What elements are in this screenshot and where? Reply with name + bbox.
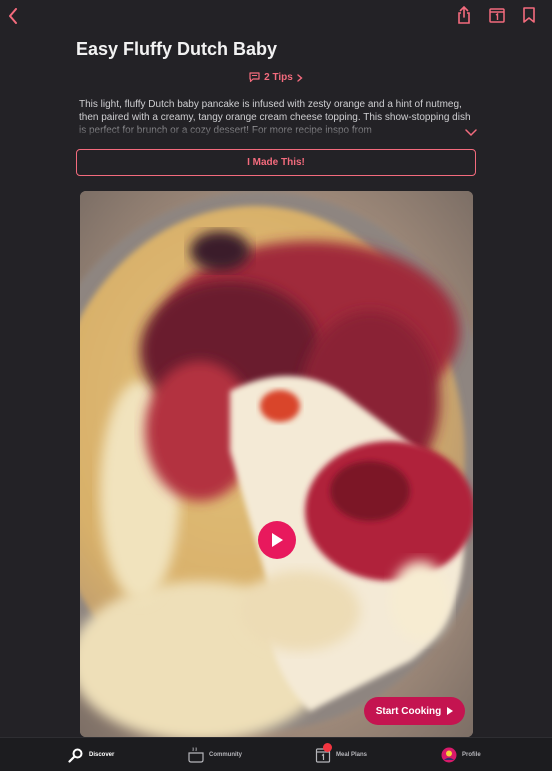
recipe-description: This light, fluffy Dutch baby pancake is…: [79, 99, 471, 136]
avatar-icon: [441, 747, 457, 762]
recipe-video[interactable]: [80, 191, 473, 737]
tab-label: Meal Plans: [336, 751, 368, 758]
share-icon: [458, 6, 470, 24]
tab-discover[interactable]: Discover: [68, 738, 114, 771]
chevron-right-icon: [297, 73, 303, 82]
i-made-this-button[interactable]: I Made This!: [76, 149, 476, 176]
recipe-title: Easy Fluffy Dutch Baby: [76, 39, 278, 59]
search-icon: [68, 748, 83, 763]
community-pot-icon: [188, 746, 204, 763]
tab-meal-plans[interactable]: Meal Plans: [315, 738, 367, 771]
comment-icon: [249, 72, 260, 83]
tab-profile[interactable]: Profile: [441, 738, 481, 771]
start-cooking-button[interactable]: Start Cooking: [364, 697, 465, 725]
notification-badge: [323, 742, 332, 752]
chevron-left-icon: [9, 8, 17, 24]
bookmark-icon: [523, 7, 535, 23]
play-icon: [272, 533, 283, 547]
meal-plans-icon-wrap: [315, 742, 332, 763]
tips-link[interactable]: 2 Tips: [0, 72, 552, 83]
chevron-down-icon: [465, 129, 477, 137]
bookmark-button[interactable]: [520, 5, 538, 25]
back-button[interactable]: [4, 6, 22, 26]
tab-label: Profile: [462, 751, 481, 758]
video-thumbnail-image: [80, 191, 473, 737]
play-icon: [447, 707, 454, 715]
start-cooking-label: Start Cooking: [375, 705, 442, 717]
tab-community[interactable]: Community: [188, 738, 242, 771]
share-button[interactable]: [455, 5, 473, 25]
add-to-meal-plan-button[interactable]: [487, 5, 507, 25]
tab-label: Community: [209, 751, 242, 758]
top-bar: [0, 0, 552, 36]
play-video-button[interactable]: [258, 521, 296, 559]
tips-label: 2 Tips: [264, 72, 293, 83]
calendar-icon: [489, 8, 505, 23]
tab-label: Discover: [89, 751, 115, 758]
expand-description-button[interactable]: [465, 124, 477, 142]
bottom-tab-bar: Discover Community Meal Plans Profile: [0, 737, 552, 771]
